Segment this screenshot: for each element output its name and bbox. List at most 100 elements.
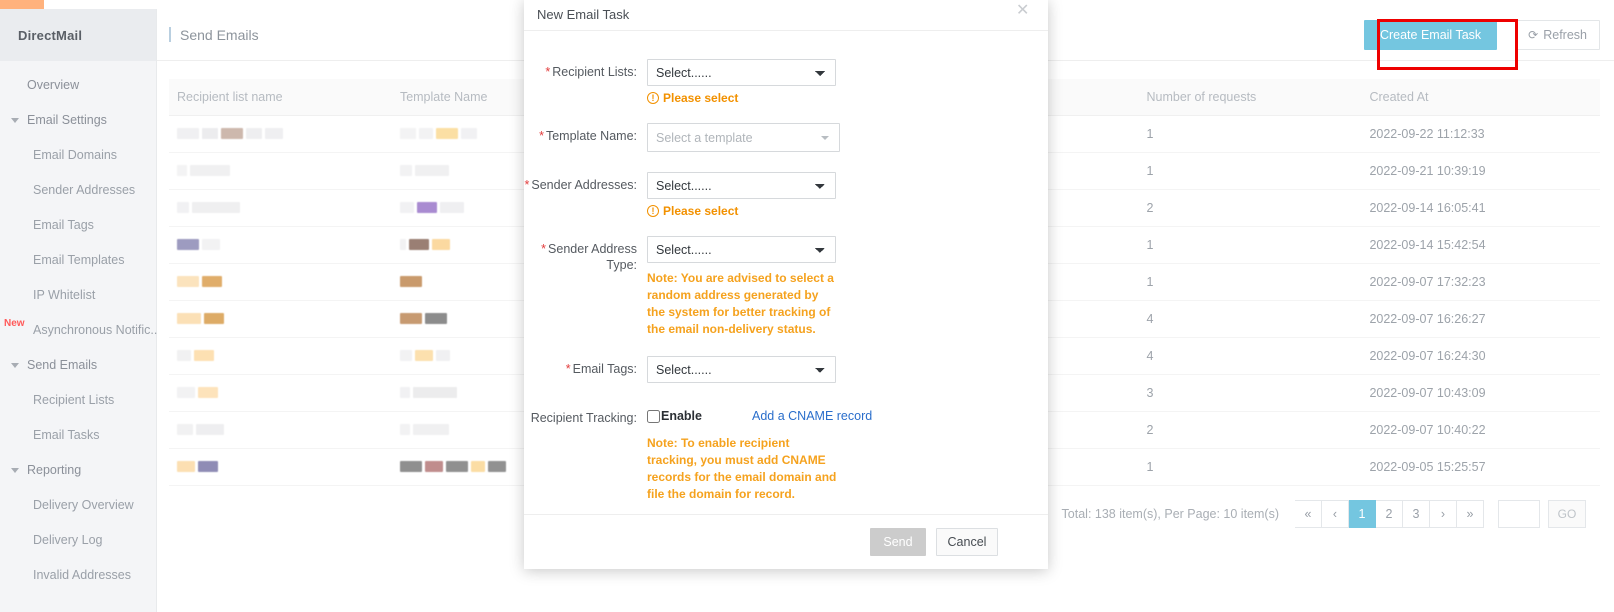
redacted-block — [192, 202, 240, 213]
column-header-created-at[interactable]: Created At — [1361, 79, 1600, 116]
sidebar-item-label: Invalid Addresses — [33, 567, 131, 582]
pagination-go-button[interactable]: GO — [1548, 499, 1586, 528]
pagination-next[interactable]: › — [1430, 499, 1457, 528]
pagination-first[interactable]: « — [1295, 499, 1322, 528]
sidebar-item-overview[interactable]: Overview — [0, 67, 156, 102]
column-header-recipient-list-name[interactable]: Recipient list name — [169, 79, 392, 116]
sidebar-item-label: Email Domains — [33, 147, 118, 162]
redacted-block — [399, 387, 410, 398]
sidebar-item-label: Send Emails — [27, 357, 98, 372]
cell-created-at: 2022-09-21 10:39:19 — [1361, 152, 1600, 190]
note-recipient-tracking: Note: To enable recipient tracking, you … — [647, 436, 837, 501]
app-root: DirectMail Overview Email Settings Email D… — [0, 0, 1614, 612]
error-recipient-lists-text: Please select — [663, 91, 739, 105]
redacted-content — [177, 461, 392, 473]
email-tags-select[interactable]: Select...... — [647, 356, 836, 383]
redacted-block — [399, 350, 412, 361]
redacted-block — [190, 165, 230, 176]
refresh-button-label: Refresh — [1543, 27, 1587, 42]
field-row-template-name: * Template Name: Select a template — [524, 123, 1048, 152]
warning-icon: ! — [647, 92, 659, 104]
dialog-header: New Email Task ✕ — [524, 0, 1048, 31]
label-email-tags-text: Email Tags: — [572, 362, 637, 376]
redacted-block — [399, 276, 422, 287]
sidebar-item-send-emails[interactable]: Send Emails — [0, 347, 156, 382]
cell-created-at: 2022-09-14 16:05:41 — [1361, 189, 1600, 227]
sidebar-item-delivery-log[interactable]: Delivery Log — [0, 522, 156, 557]
redacted-block — [439, 202, 464, 213]
cell-created-at: 2022-09-05 15:25:57 — [1361, 448, 1600, 486]
sidebar-item-ip-whitelist[interactable]: IP Whitelist — [0, 277, 156, 312]
cell-number-of-requests: 2 — [1138, 189, 1362, 227]
refresh-button[interactable]: ⟳ Refresh — [1515, 19, 1600, 50]
cancel-button[interactable]: Cancel — [936, 528, 998, 556]
dialog-body: * Recipient Lists: Select...... ! Please … — [524, 31, 1048, 514]
cell-recipient-list-name — [169, 448, 392, 486]
redacted-block — [198, 461, 218, 472]
sidebar-item-delivery-overview[interactable]: Delivery Overview — [0, 487, 156, 522]
note-sender-address-type: Note: You are advised to select a random… — [647, 271, 834, 336]
column-header-number-of-requests[interactable]: Number of requests — [1138, 79, 1362, 116]
sidebar-item-email-tags[interactable]: Email Tags — [0, 207, 156, 242]
control-sender-addresses: Select...... ! Please select — [647, 172, 837, 218]
redacted-block — [414, 350, 433, 361]
sidebar-item-email-tasks[interactable]: Email Tasks — [0, 417, 156, 452]
recipient-lists-select[interactable]: Select...... — [647, 59, 836, 86]
redacted-block — [460, 128, 477, 139]
sender-addresses-select[interactable]: Select...... — [647, 172, 836, 199]
title-accent-bar — [169, 27, 171, 42]
cell-created-at: 2022-09-07 10:43:09 — [1361, 374, 1600, 412]
redacted-block — [399, 313, 422, 324]
label-sender-address-type: * Sender Address Type: — [524, 236, 647, 338]
cell-created-at: 2022-09-07 17:32:23 — [1361, 263, 1600, 301]
sidebar-nav: Overview Email Settings Email Domains Sende… — [0, 61, 161, 592]
sender-address-type-select[interactable]: Select...... — [647, 236, 836, 263]
cell-number-of-requests: 2 — [1138, 411, 1362, 449]
template-name-select[interactable]: Select a template — [647, 123, 840, 152]
cell-number-of-requests: 3 — [1138, 374, 1362, 412]
redacted-block — [470, 461, 485, 472]
recipient-tracking-checkbox[interactable] — [647, 409, 660, 423]
sidebar-item-recipient-lists[interactable]: Recipient Lists — [0, 382, 156, 417]
redacted-block — [177, 350, 191, 361]
required-asterisk: * — [524, 178, 530, 192]
sidebar-item-email-domains[interactable]: Email Domains — [0, 137, 156, 172]
close-icon[interactable]: ✕ — [1016, 3, 1032, 20]
pagination-jump-input[interactable] — [1498, 499, 1540, 528]
cell-number-of-requests: 1 — [1138, 226, 1362, 264]
redacted-block — [399, 202, 414, 213]
redacted-block — [177, 461, 195, 472]
sidebar-item-invalid-addresses[interactable]: Invalid Addresses — [0, 557, 156, 592]
control-email-tags: Select...... — [647, 356, 837, 383]
sidebar-item-asynchronous-notific[interactable]: New Asynchronous Notific... — [0, 312, 161, 347]
pagination-prev[interactable]: ‹ — [1322, 499, 1349, 528]
send-button[interactable]: Send — [870, 528, 926, 556]
required-asterisk: * — [545, 65, 551, 79]
error-recipient-lists: ! Please select — [647, 91, 837, 105]
sidebar-item-label: Recipient Lists — [33, 392, 115, 407]
sidebar: DirectMail Overview Email Settings Email D… — [0, 9, 161, 612]
pagination-page-3[interactable]: 3 — [1403, 499, 1430, 528]
redacted-block — [418, 128, 433, 139]
pagination-page-2[interactable]: 2 — [1376, 499, 1403, 528]
redacted-block — [399, 165, 412, 176]
field-row-email-tags: * Email Tags: Select...... — [524, 356, 1048, 383]
create-email-task-button[interactable]: Create Email Task — [1363, 19, 1498, 50]
sidebar-item-reporting[interactable]: Reporting — [0, 452, 156, 487]
sidebar-item-email-settings[interactable]: Email Settings — [0, 102, 156, 137]
chevron-down-icon — [11, 117, 19, 123]
cell-created-at: 2022-09-07 16:24:30 — [1361, 337, 1600, 375]
dialog-footer: Send Cancel — [524, 514, 1048, 569]
cell-recipient-list-name — [169, 300, 392, 338]
redacted-block — [399, 424, 410, 435]
redacted-block — [399, 239, 406, 250]
add-cname-record-link[interactable]: Add a CNAME record — [752, 409, 872, 423]
pagination-page-1[interactable]: 1 — [1349, 499, 1376, 528]
redacted-block — [431, 239, 450, 250]
redacted-block — [246, 128, 262, 139]
sidebar-item-sender-addresses[interactable]: Sender Addresses — [0, 172, 156, 207]
control-recipient-lists: Select...... ! Please select — [647, 59, 837, 105]
recipient-tracking-checkbox-label: Enable — [661, 409, 702, 423]
sidebar-item-email-templates[interactable]: Email Templates — [0, 242, 156, 277]
pagination-last[interactable]: » — [1457, 499, 1484, 528]
